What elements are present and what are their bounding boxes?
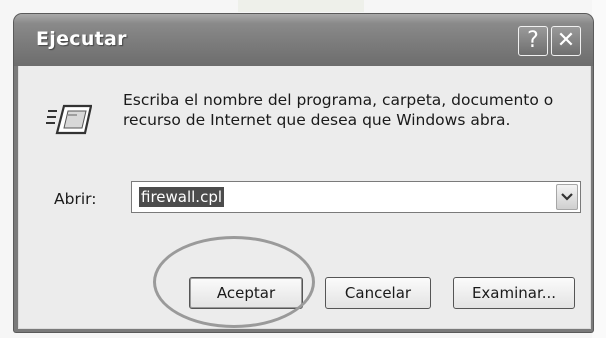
ok-button[interactable]: Aceptar (189, 277, 303, 309)
instructions-text: Escriba el nombre del programa, carpeta,… (123, 91, 554, 129)
background-edge (592, 0, 606, 338)
help-icon: ? (527, 28, 539, 53)
open-label: Abrir: (54, 190, 97, 208)
browse-button[interactable]: Examinar... (453, 277, 575, 309)
title-bar[interactable]: Ejecutar ? ✕ (14, 14, 593, 66)
run-dialog: Ejecutar ? ✕ Escriba el nombre del progr… (14, 14, 593, 332)
help-button[interactable]: ? (518, 26, 548, 56)
dialog-body: Escriba el nombre del programa, carpeta,… (18, 66, 591, 329)
cancel-button[interactable]: Cancelar (325, 277, 431, 309)
background-band (238, 0, 364, 12)
chevron-down-icon (561, 193, 573, 201)
open-combobox[interactable]: firewall.cpl (131, 181, 581, 213)
close-icon: ✕ (556, 28, 576, 53)
dropdown-button[interactable] (556, 184, 578, 210)
run-program-icon (46, 104, 92, 135)
window-title: Ejecutar (36, 28, 127, 50)
open-input[interactable]: firewall.cpl (139, 187, 225, 207)
close-button[interactable]: ✕ (551, 26, 581, 56)
